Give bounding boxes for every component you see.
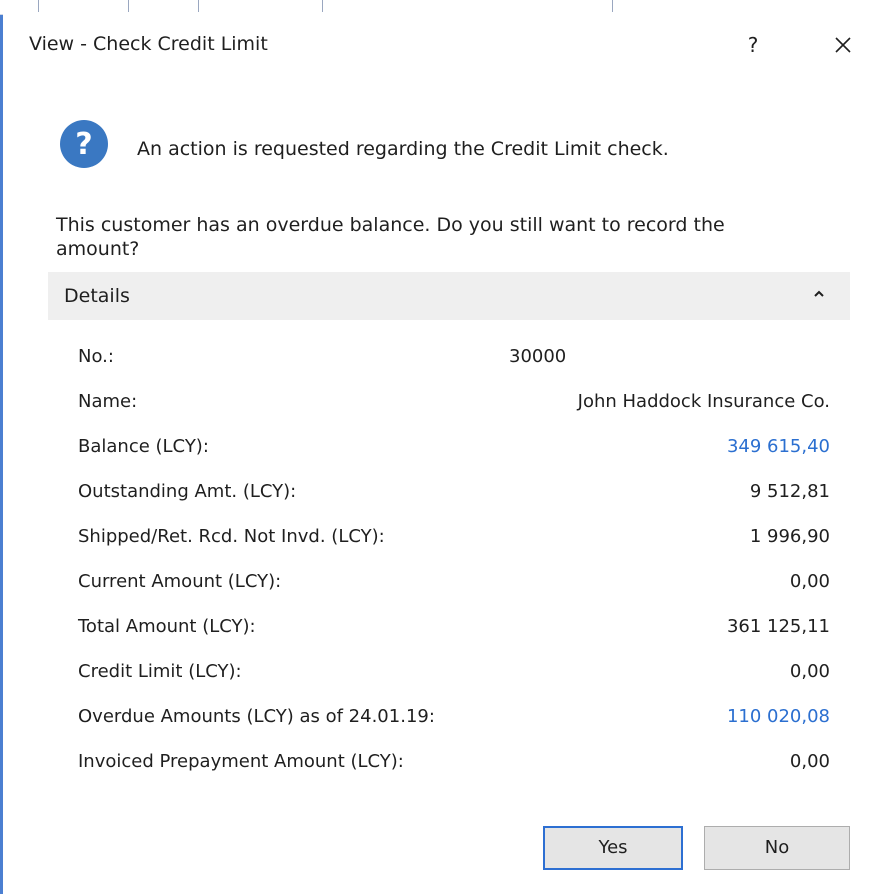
background-cell xyxy=(322,0,613,12)
field-value: 0,00 xyxy=(789,751,830,772)
background-window-strip xyxy=(0,0,871,15)
field-value: John Haddock Insurance Co. xyxy=(577,391,830,412)
no-button[interactable]: No xyxy=(704,826,850,870)
field-row-credit-limit: Credit Limit (LCY): 0,00 xyxy=(78,653,830,698)
field-value: 30000 xyxy=(509,346,567,367)
field-row-shipped: Shipped/Ret. Rcd. Not Invd. (LCY): 1 996… xyxy=(78,518,830,563)
field-row-total-amount: Total Amount (LCY): 361 125,11 xyxy=(78,608,830,653)
background-cell xyxy=(0,0,39,12)
field-label: Outstanding Amt. (LCY): xyxy=(78,481,297,502)
close-icon xyxy=(835,37,851,53)
dialog-window: View - Check Credit Limit ? ? An action … xyxy=(0,0,871,894)
help-button[interactable]: ? xyxy=(738,30,768,60)
field-label: Current Amount (LCY): xyxy=(78,571,282,592)
window-border xyxy=(0,0,3,894)
yes-button[interactable]: Yes xyxy=(543,826,683,870)
chevron-up-icon[interactable] xyxy=(812,287,826,301)
field-value: 9 512,81 xyxy=(749,481,830,502)
details-fields: No.: 30000 Name: John Haddock Insurance … xyxy=(78,338,830,788)
balance-link[interactable]: 349 615,40 xyxy=(727,436,830,457)
question-icon: ? xyxy=(60,120,108,168)
field-value: 361 125,11 xyxy=(726,616,830,637)
field-value: 0,00 xyxy=(789,661,830,682)
field-label: Balance (LCY): xyxy=(78,436,209,457)
close-button[interactable] xyxy=(828,30,858,60)
field-value: 1 996,90 xyxy=(749,526,830,547)
field-row-name: Name: John Haddock Insurance Co. xyxy=(78,383,830,428)
title-bar: View - Check Credit Limit ? xyxy=(3,14,871,74)
overdue-amounts-link[interactable]: 110 020,08 xyxy=(727,706,830,727)
prompt-message: This customer has an overdue balance. Do… xyxy=(56,214,725,260)
svg-text:?: ? xyxy=(75,127,92,162)
field-row-prepayment: Invoiced Prepayment Amount (LCY): 0,00 xyxy=(78,743,830,788)
field-label: Invoiced Prepayment Amount (LCY): xyxy=(78,751,404,772)
field-value: 0,00 xyxy=(789,571,830,592)
background-cell xyxy=(198,0,323,12)
field-label: Credit Limit (LCY): xyxy=(78,661,242,682)
field-row-current-amount: Current Amount (LCY): 0,00 xyxy=(78,563,830,608)
field-row-overdue: Overdue Amounts (LCY) as of 24.01.19: 11… xyxy=(78,698,830,743)
headline-message: An action is requested regarding the Cre… xyxy=(137,138,669,160)
details-label: Details xyxy=(64,285,130,307)
field-label: Overdue Amounts (LCY) as of 24.01.19: xyxy=(78,706,435,727)
background-cell xyxy=(128,0,199,12)
field-row-no: No.: 30000 xyxy=(78,338,830,383)
details-header[interactable]: Details xyxy=(48,272,850,320)
field-label: Name: xyxy=(78,391,138,412)
dialog-title: View - Check Credit Limit xyxy=(29,33,268,55)
field-label: Total Amount (LCY): xyxy=(78,616,256,637)
field-row-outstanding: Outstanding Amt. (LCY): 9 512,81 xyxy=(78,473,830,518)
field-label: Shipped/Ret. Rcd. Not Invd. (LCY): xyxy=(78,526,385,547)
background-cell xyxy=(38,0,129,12)
field-row-balance: Balance (LCY): 349 615,40 xyxy=(78,428,830,473)
field-label: No.: xyxy=(78,346,114,367)
